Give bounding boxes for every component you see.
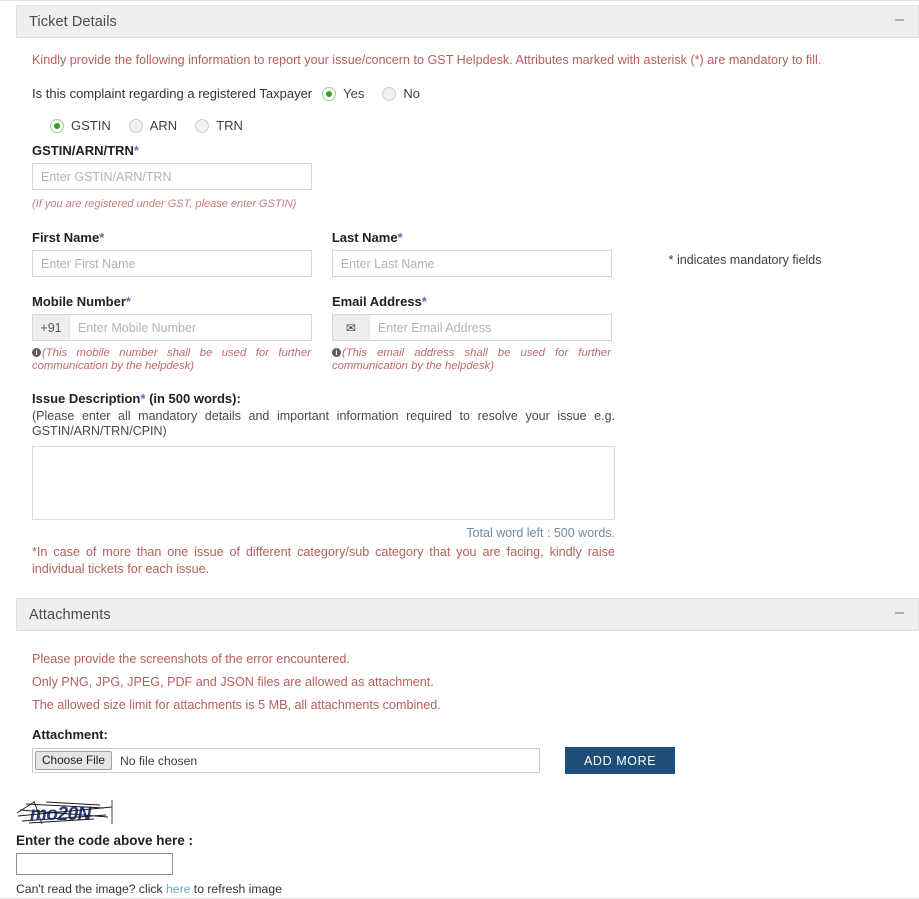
radio-trn[interactable] (195, 118, 210, 133)
issue-description-label-text: Issue Description (32, 391, 141, 406)
attachments-body: Please provide the screenshots of the er… (16, 631, 919, 774)
file-input-control[interactable]: Choose File No file chosen (32, 748, 540, 773)
ticket-details-title: Ticket Details (29, 13, 117, 30)
attachments-title: Attachments (29, 606, 111, 623)
email-helper-note-text: (This email address shall be used for fu… (331, 347, 611, 372)
last-name-group: Last Name* (331, 230, 632, 277)
attachment-row: Choose File No file chosen ADD MORE (32, 747, 919, 774)
radio-arn[interactable] (128, 118, 143, 133)
first-name-input[interactable] (32, 250, 312, 277)
last-name-label: Last Name* (332, 230, 632, 245)
word-counter: Total word left : 500 words. (466, 526, 615, 540)
issue-description-label: Issue Description* (in 500 words): (32, 391, 919, 406)
captcha-image: mo20N (16, 796, 116, 828)
mobile-required-asterisk: * (125, 294, 131, 309)
captcha-refresh-line: Can't read the image? click here to refr… (16, 882, 919, 896)
attachments-line-3: The allowed size limit for attachments i… (32, 698, 441, 712)
captcha-label: Enter the code above here : (16, 833, 194, 848)
issue-required-asterisk: * (140, 391, 146, 406)
first-name-group: First Name* (32, 230, 332, 277)
mobile-number-label: Mobile Number* (32, 294, 332, 309)
radio-registered-no[interactable] (382, 86, 397, 101)
attachments-header[interactable]: Attachments – (16, 598, 919, 631)
ticket-details-body: Kindly provide the following information… (16, 38, 919, 596)
gstin-required-asterisk: * (133, 143, 139, 158)
first-name-required-asterisk: * (99, 230, 105, 245)
mobile-helper-note-text: (This mobile number shall be used for fu… (32, 347, 311, 372)
mobile-input-group: +91 (32, 314, 332, 341)
ticket-details-header[interactable]: Ticket Details – (16, 5, 919, 38)
gstin-field-label: GSTIN/ARN/TRN* (32, 143, 919, 158)
radio-registered-yes[interactable] (322, 86, 337, 101)
refresh-captcha-link[interactable]: here (166, 882, 190, 896)
captcha-section: mo20N Enter the code above here : Can't … (0, 774, 919, 899)
mobile-number-label-text: Mobile Number (32, 294, 126, 309)
radio-trn-label[interactable]: TRN (216, 118, 243, 133)
mandatory-fields-note: * indicates mandatory fields (668, 253, 822, 267)
form-intro-text: Kindly provide the following information… (32, 53, 822, 67)
captcha-input[interactable] (16, 853, 173, 875)
radio-gstin[interactable] (50, 118, 64, 133)
envelope-icon-glyph: ✉ (345, 320, 356, 335)
registered-taxpayer-question: Is this complaint regarding a registered… (32, 86, 313, 101)
gstin-helper-note: (If you are registered under GST, please… (32, 198, 297, 210)
captcha-image-svg: mo20N (16, 796, 116, 828)
attachments-line-2: Only PNG, JPG, JPEG, PDF and JSON files … (32, 675, 434, 689)
country-code-prefix: +91 (32, 314, 69, 341)
email-address-label-text: Email Address (331, 294, 422, 309)
captcha-refresh-suffix: to refresh image (190, 882, 282, 896)
issue-description-textarea[interactable] (32, 446, 615, 520)
first-name-label-text: First Name (32, 230, 100, 245)
email-helper-note: i (This email address shall be used for f… (331, 347, 611, 373)
last-name-label-text: Last Name (331, 230, 398, 245)
multiple-issue-note: *In case of more than one issue of diffe… (32, 545, 615, 576)
choose-file-button[interactable]: Choose File (35, 751, 112, 770)
email-address-label: Email Address* (332, 294, 632, 309)
radio-arn-label[interactable]: ARN (150, 118, 177, 133)
issue-description-word-limit: (in 500 words): (149, 391, 241, 406)
info-icon: i (32, 348, 41, 357)
radio-registered-no-label[interactable]: No (403, 86, 420, 101)
mobile-number-group: Mobile Number* +91 i(This mobile number … (32, 294, 332, 373)
info-icon: i (331, 348, 341, 357)
minus-icon[interactable]: – (895, 12, 904, 31)
issue-description-hint: (Please enter all mandatory details and … (32, 409, 615, 438)
mobile-helper-note: i (This mobile number shall be used for f… (32, 347, 311, 373)
gstin-input[interactable] (32, 163, 312, 190)
ticket-details-panel: Ticket Details – Kindly provide the foll… (16, 5, 919, 596)
attachments-panel: Attachments – Please provide the screens… (16, 598, 919, 774)
radio-gstin-label[interactable]: GSTIN (71, 118, 111, 133)
gst-grievance-form-page: Ticket Details – Kindly provide the foll… (0, 0, 919, 899)
attachment-label: Attachment: (32, 727, 108, 742)
email-address-group: Email Address* ✉ i(This email address sh… (331, 294, 632, 373)
gstin-label-text: GSTIN/ARN/TRN (32, 143, 134, 158)
envelope-icon: ✉ (331, 314, 369, 341)
email-input-group: ✉ (331, 314, 632, 341)
first-name-label: First Name* (32, 230, 332, 245)
attachments-line-1: Please provide the screenshots of the er… (32, 652, 350, 666)
radio-registered-yes-label[interactable]: Yes (343, 86, 364, 101)
file-status-text: No file chosen (119, 753, 198, 768)
last-name-required-asterisk: * (397, 230, 403, 245)
email-required-asterisk: * (421, 294, 427, 309)
add-more-button[interactable]: ADD MORE (565, 747, 676, 774)
captcha-refresh-prefix: Can't read the image? click (16, 882, 167, 896)
last-name-input[interactable] (331, 250, 612, 277)
minus-icon[interactable]: – (895, 605, 904, 624)
mobile-number-input[interactable] (69, 314, 312, 341)
email-address-input[interactable] (368, 314, 612, 341)
